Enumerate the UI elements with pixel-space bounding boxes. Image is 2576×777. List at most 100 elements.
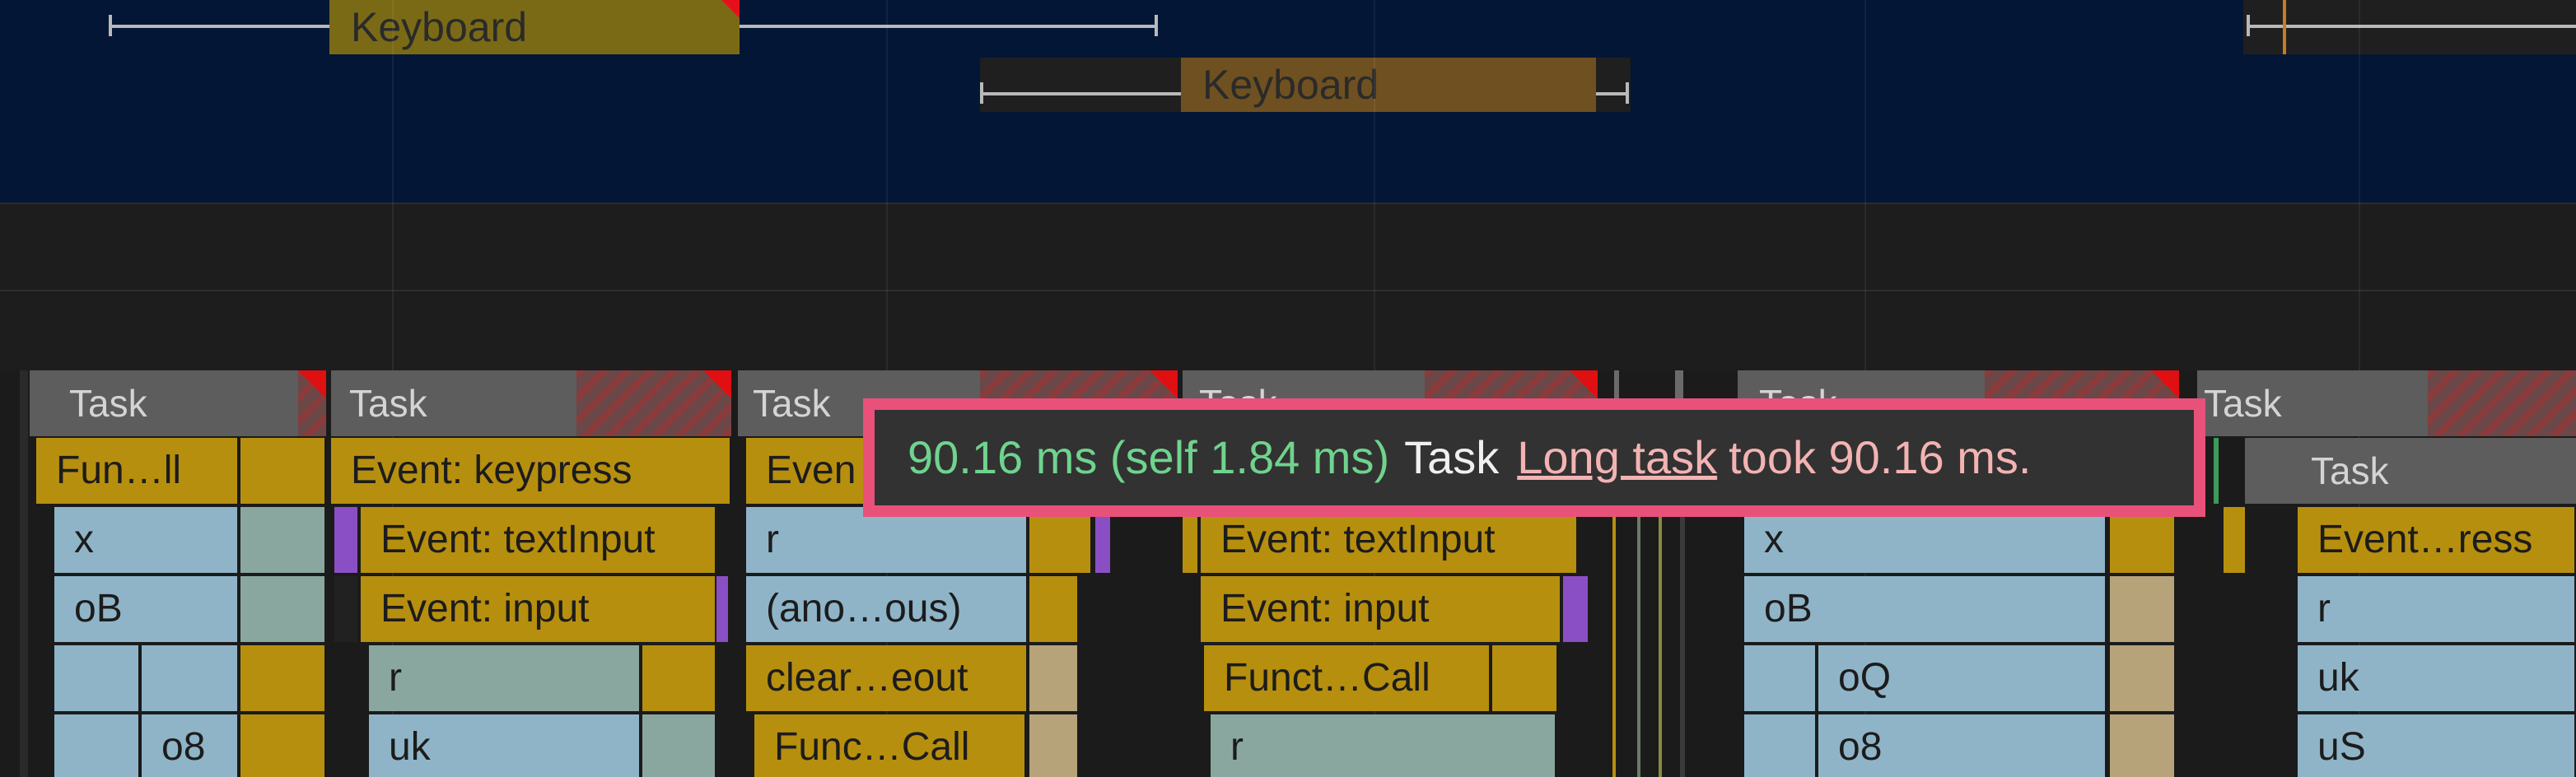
call-block[interactable]: Event: input xyxy=(361,576,716,642)
call-block[interactable] xyxy=(1744,714,1817,777)
call-block[interactable]: oQ xyxy=(1818,645,2107,711)
call-block[interactable] xyxy=(642,714,716,777)
call-label: Event: textInput xyxy=(1220,518,1496,561)
long-task-corner xyxy=(1150,370,1178,398)
task-label: Task xyxy=(349,382,427,425)
call-label: x xyxy=(74,518,94,561)
call-block[interactable] xyxy=(1492,645,1558,711)
call-block[interactable] xyxy=(2224,507,2247,573)
call-block[interactable] xyxy=(240,645,326,711)
long-interaction-marker xyxy=(721,0,740,18)
call-block[interactable]: Func…Call xyxy=(754,714,1026,777)
interaction-whisker xyxy=(1596,92,1627,95)
long-task-corner xyxy=(2151,370,2179,398)
long-task-corner xyxy=(1570,370,1598,398)
call-block[interactable]: Event: textInput xyxy=(1201,507,1578,573)
call-block[interactable]: x xyxy=(54,507,239,573)
call-block[interactable]: uk xyxy=(2298,645,2576,711)
call-block[interactable] xyxy=(1744,645,1817,711)
call-label: o8 xyxy=(161,725,206,769)
call-block[interactable]: oB xyxy=(54,576,239,642)
call-label: oQ xyxy=(1838,656,1892,700)
call-block[interactable] xyxy=(1183,507,1199,573)
performance-timeline[interactable]: Keyboard Keyboard Task Task Task Task Fu… xyxy=(0,0,2576,777)
call-block[interactable]: Event: textInput xyxy=(361,507,716,573)
sliver xyxy=(1612,507,1616,777)
call-block[interactable]: oB xyxy=(1744,576,2107,642)
call-block[interactable]: Fun…ll xyxy=(36,438,239,504)
call-block[interactable]: clear…eout xyxy=(746,645,1028,711)
call-block[interactable]: r xyxy=(746,507,1028,573)
long-task-tooltip: 90.16 ms (self 1.84 ms) Task Long task took… xyxy=(866,402,2202,514)
interaction-keyboard[interactable]: Keyboard xyxy=(1181,58,1596,112)
call-block[interactable]: o8 xyxy=(142,714,239,777)
call-label: uk xyxy=(2317,656,2359,700)
call-block[interactable] xyxy=(2110,507,2176,573)
call-block[interactable] xyxy=(2110,576,2176,642)
call-block[interactable]: uk xyxy=(369,714,641,777)
call-block[interactable]: r xyxy=(1211,714,1556,777)
task-label: Task xyxy=(2204,382,2282,425)
call-block[interactable]: Event: keypress xyxy=(331,438,731,504)
call-label: Fun…ll xyxy=(56,449,182,492)
task-label: Task xyxy=(69,382,147,425)
call-label: Event: textInput xyxy=(380,518,656,561)
call-label: uk xyxy=(389,725,431,769)
call-block[interactable]: uS xyxy=(2298,714,2576,777)
call-block[interactable]: (ano…ous) xyxy=(746,576,1028,642)
sliver xyxy=(20,370,28,777)
call-block[interactable] xyxy=(54,714,140,777)
call-label: clear…eout xyxy=(766,656,968,700)
call-block[interactable]: x xyxy=(1744,507,2107,573)
call-block[interactable] xyxy=(642,645,716,711)
call-block[interactable] xyxy=(240,714,326,777)
call-block[interactable]: Event…ress xyxy=(2298,507,2576,573)
sliver xyxy=(1637,507,1640,777)
call-block[interactable] xyxy=(1029,576,1079,642)
call-block[interactable]: o8 xyxy=(1818,714,2107,777)
call-label: x xyxy=(1764,518,1784,561)
call-block[interactable]: r xyxy=(2298,576,2576,642)
interaction-keyboard[interactable]: Keyboard xyxy=(329,0,740,54)
long-task-link[interactable]: Long task xyxy=(1517,431,1717,483)
call-block[interactable]: r xyxy=(369,645,641,711)
empty-track xyxy=(0,204,2576,291)
call-block[interactable] xyxy=(1029,714,1079,777)
interactions-track[interactable]: Keyboard Keyboard xyxy=(0,0,2576,204)
call-block xyxy=(334,576,359,642)
task-block[interactable]: Task xyxy=(30,370,326,436)
call-label: Funct…Call xyxy=(1224,656,1430,700)
interaction-whisker-cap xyxy=(980,82,983,104)
call-label: o8 xyxy=(1838,725,1883,769)
tooltip-duration: 90.16 ms (self 1.84 ms) xyxy=(908,431,1390,483)
call-block[interactable] xyxy=(334,507,359,573)
interaction-whisker xyxy=(2248,25,2576,28)
call-block[interactable]: Funct…Call xyxy=(1204,645,1491,711)
call-block[interactable] xyxy=(2110,645,2176,711)
tooltip-event-name: Task xyxy=(1404,431,1500,483)
call-block[interactable] xyxy=(240,576,326,642)
call-block[interactable] xyxy=(240,507,326,573)
interaction-whisker xyxy=(740,25,1156,28)
call-block[interactable] xyxy=(1563,576,1589,642)
task-block[interactable]: Task xyxy=(331,370,731,436)
task-label: Task xyxy=(2311,449,2389,492)
long-task-corner xyxy=(298,370,326,398)
call-block[interactable] xyxy=(716,576,730,642)
call-block[interactable] xyxy=(1095,507,1112,573)
call-label: oB xyxy=(1764,587,1813,630)
task-block[interactable]: Task xyxy=(2245,438,2576,504)
call-block[interactable] xyxy=(1029,645,1079,711)
interaction-track-bg xyxy=(110,0,329,54)
call-block[interactable] xyxy=(1029,507,1092,573)
call-block[interactable] xyxy=(2110,714,2176,777)
task-block[interactable]: Task xyxy=(2197,370,2576,436)
call-block[interactable] xyxy=(240,438,326,504)
sliver xyxy=(1659,507,1662,777)
call-block[interactable] xyxy=(142,645,239,711)
call-block[interactable] xyxy=(54,645,140,711)
long-task-corner xyxy=(703,370,731,398)
interaction-label: Keyboard xyxy=(1202,62,1379,108)
call-label: Event: input xyxy=(1220,587,1430,630)
call-block[interactable]: Event: input xyxy=(1201,576,1561,642)
